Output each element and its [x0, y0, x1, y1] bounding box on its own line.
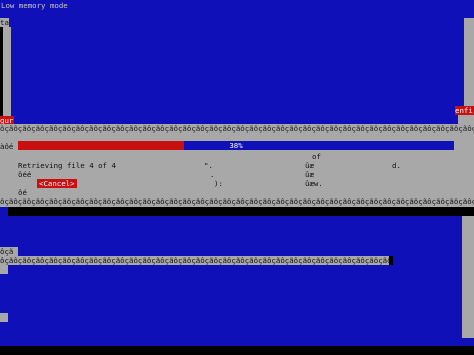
info-text-2: ûæ — [305, 161, 314, 170]
info-text-3: d. — [392, 161, 401, 170]
right-edge-column-bottom — [462, 216, 474, 338]
info-text-8: ûæw. — [305, 179, 323, 188]
cancel-button[interactable]: <Cancel> — [37, 179, 77, 188]
info-text-of: of — [312, 152, 321, 161]
bottom-strip — [0, 346, 474, 355]
dialog-bottom-border: ôçãôçãôçãôçãôçãôçãôçãôçãôçãôçãôçãôçãôçãô… — [0, 197, 474, 206]
dialog-top-border: ôçãôçãôçãôçãôçãôçãôçãôçãôçãôçãôçãôçãôçãô… — [0, 124, 474, 133]
progress-bar: 38% — [18, 141, 454, 150]
info-text-9: ôé — [18, 188, 27, 197]
retrieving-message: Retrieving file 4 of 4 — [18, 161, 116, 170]
left-label-top: tal — [0, 18, 9, 27]
progress-dialog: 38% Retrieving file 4 of 4 ". of ûæ d. ô… — [0, 133, 474, 207]
screen-title: Low memory mode — [1, 1, 68, 10]
info-text-5: . — [210, 170, 215, 179]
right-edge-column — [464, 18, 474, 106]
left-edge-column — [3, 27, 11, 117]
info-text-4: ôéé — [18, 170, 32, 179]
lower-left-mark-2 — [0, 313, 8, 322]
progress-percent-label: 38% — [229, 141, 243, 150]
lower-bar-cursor — [389, 256, 393, 265]
lower-bar: ôçãôçãôçãôçãôçãôçãôçãôçãôçãôçãôçãôçãôçãô… — [0, 256, 392, 265]
message-suffix: ". — [204, 161, 213, 170]
dialog-shadow — [8, 207, 474, 216]
right-label-red: enfi — [455, 106, 474, 115]
info-text-7: ): — [214, 179, 223, 188]
lower-left-mark — [0, 265, 8, 274]
info-text-6: ûæ — [305, 170, 314, 179]
dialog-left-glyphs: àôé — [0, 142, 14, 151]
lower-label: ôçã — [0, 247, 18, 256]
